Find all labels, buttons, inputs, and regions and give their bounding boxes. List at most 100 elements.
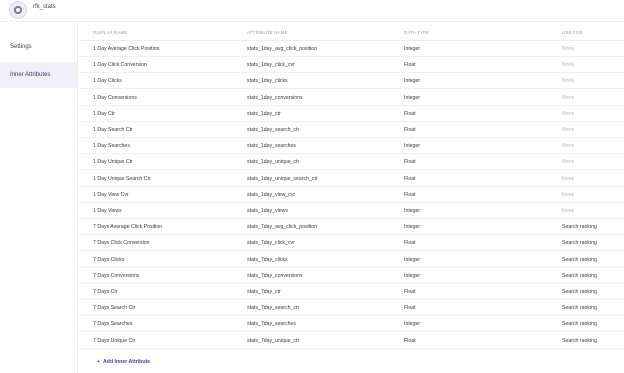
use-for-cell: None — [562, 78, 575, 85]
table-row[interactable]: 1 Day Conversions stats_1day_conversions I… — [79, 90, 624, 106]
table-row[interactable]: 1 Day Unique Search Ctr stats_1day_unique… — [79, 171, 624, 187]
use-for-cell: Search ranking — [562, 321, 597, 328]
table-row[interactable]: 1 Day Click Conversion stats_1day_click_c… — [79, 57, 624, 74]
display-name-cell: 7 Days Unique Ctr — [93, 337, 136, 344]
avatar[interactable] — [9, 1, 27, 19]
table-header: DISPLAY NAME ATTRIBUTE NAME DATA TYPE US… — [79, 22, 624, 41]
add-inner-attribute-button[interactable]: + Add Inner Attribute — [97, 359, 150, 365]
table-row[interactable]: 7 Days Average Click Position stats_7day_… — [79, 219, 624, 236]
display-name-cell: 7 Days Search Ctr — [93, 305, 136, 312]
data-type-cell: Float — [404, 127, 416, 133]
display-name-cell: 7 Days Conversions — [93, 272, 140, 279]
table-row[interactable]: 7 Days Clicks stats_7day_clicks Integer Sea… — [79, 252, 624, 268]
display-name-cell: 7 Days Clicks — [93, 256, 125, 263]
data-type-cell: Float — [404, 191, 416, 198]
sidebar-item-label: Inner Attributes — [10, 72, 51, 78]
use-for-cell: None — [562, 191, 575, 198]
table-row[interactable]: 1 Day Clicks stats_1day_clicks Integer None — [79, 73, 624, 90]
attribute-name-cell: stats_7day_conversions — [247, 272, 303, 279]
display-name-cell: 7 Days Click Conversion — [93, 240, 150, 247]
attribute-name-cell: stats_1day_searches — [247, 143, 297, 150]
column-header-data-type[interactable]: DATA TYPE — [404, 30, 429, 35]
use-for-cell: Search ranking — [562, 289, 597, 295]
display-name-cell: 1 Day Search Ctr — [93, 127, 133, 133]
data-type-cell: Float — [404, 159, 416, 166]
attribute-name-cell: stats_1day_conversions — [247, 94, 303, 101]
table-row[interactable]: 1 Day Searches stats_1day_searches Integer… — [79, 138, 624, 155]
data-type-cell: Integer — [404, 208, 421, 214]
add-inner-attribute-label: Add Inner Attribute — [103, 359, 151, 365]
data-type-cell: Float — [404, 240, 416, 247]
data-type-cell: Integer — [404, 143, 421, 150]
attribute-name-cell: stats_7day_click_cvr — [247, 240, 295, 247]
use-for-cell: None — [562, 208, 575, 214]
attribute-name-cell: stats_1day_avg_click_position — [247, 46, 318, 52]
sidebar-item-label: Settings — [10, 44, 32, 50]
attribute-name-cell: stats_7day_searches — [247, 321, 297, 328]
table-row[interactable]: 1 Day View Cvr stats_1day_view_cvr Float No… — [79, 187, 624, 203]
attribute-name-cell: stats_1day_unique_ctr — [247, 159, 300, 166]
table-row[interactable]: 7 Days Searches stats_7day_searches Intege… — [79, 316, 624, 333]
use-for-cell: None — [562, 127, 575, 133]
use-for-cell: None — [562, 175, 575, 182]
display-name-cell: 1 Day Views — [93, 208, 122, 214]
data-type-cell: Integer — [404, 224, 421, 231]
display-name-cell: 1 Day Ctr — [93, 110, 115, 117]
column-header-attribute-name[interactable]: ATTRIBUTE NAME — [247, 30, 288, 35]
avatar-icon — [14, 6, 22, 14]
table-row[interactable]: 7 Days Ctr stats_7day_ctr Float Search rank… — [79, 284, 624, 300]
attribute-name-cell: stats_1day_views — [247, 208, 288, 214]
use-for-cell: Search ranking — [562, 256, 597, 263]
sidebar-item-inner-attributes[interactable]: Inner Attributes — [0, 62, 77, 88]
display-name-cell: 1 Day View Cvr — [93, 191, 129, 198]
table-row[interactable]: 1 Day Unique Ctr stats_1day_unique_ctr Flo… — [79, 154, 624, 171]
use-for-cell: None — [562, 159, 575, 166]
use-for-cell: Search ranking — [562, 337, 597, 344]
table-row[interactable]: 7 Days Unique Ctr stats_7day_unique_ctr Fl… — [79, 333, 624, 349]
table-row[interactable]: 1 Day Average Click Position stats_1day_a… — [79, 41, 624, 57]
data-type-cell: Integer — [404, 321, 421, 328]
display-name-cell: 1 Day Click Conversion — [93, 62, 147, 69]
column-header-use-for[interactable]: USE FOR — [562, 30, 583, 35]
data-type-cell: Float — [404, 110, 416, 117]
use-for-cell: None — [562, 62, 575, 69]
sidebar: Settings Inner Attributes — [0, 22, 78, 373]
display-name-cell: 1 Day Unique Ctr — [93, 159, 133, 166]
attribute-name-cell: stats_7day_ctr — [247, 289, 281, 295]
table-row[interactable]: 1 Day Ctr stats_1day_ctr Float None — [79, 106, 624, 122]
attribute-name-cell: stats_1day_view_cvr — [247, 191, 296, 198]
table-row[interactable]: 1 Day Search Ctr stats_1day_search_ctr Flo… — [79, 122, 624, 138]
use-for-cell: Search ranking — [562, 240, 597, 247]
data-type-cell: Float — [404, 62, 416, 69]
plus-icon: + — [97, 359, 101, 365]
display-name-cell: 7 Days Searches — [93, 321, 133, 328]
table-row[interactable]: 7 Days Click Conversion stats_7day_click_… — [79, 235, 624, 252]
display-name-cell: 7 Days Average Click Position — [93, 224, 163, 231]
data-type-cell: Float — [404, 175, 416, 182]
data-type-cell: Float — [404, 337, 416, 344]
use-for-cell: Search ranking — [562, 272, 597, 279]
display-name-cell: 1 Day Average Click Position — [93, 46, 160, 52]
table-row[interactable]: 7 Days Search Ctr stats_7day_search_ctr Fl… — [79, 300, 624, 317]
data-type-cell: Integer — [404, 272, 421, 279]
sidebar-item-settings[interactable]: Settings — [0, 34, 77, 60]
use-for-cell: Search ranking — [562, 224, 597, 231]
data-type-cell: Integer — [404, 256, 421, 263]
use-for-cell: None — [562, 94, 575, 101]
table-row[interactable]: 7 Days Conversions stats_7day_conversions… — [79, 268, 624, 284]
data-type-cell: Float — [404, 305, 416, 312]
use-for-cell: None — [562, 110, 575, 117]
attribute-name-cell: stats_1day_click_cvr — [247, 62, 295, 69]
attribute-name-cell: stats_1day_search_ctr — [247, 127, 300, 133]
column-header-display-name[interactable]: DISPLAY NAME — [93, 30, 127, 35]
table-row[interactable]: 1 Day Views stats_1day_views Integer None — [79, 203, 624, 219]
data-type-cell: Integer — [404, 94, 421, 101]
page-title: rfk_stats — [33, 4, 56, 10]
use-for-cell: None — [562, 46, 575, 52]
data-type-cell: Integer — [404, 46, 421, 52]
data-type-cell: Integer — [404, 78, 421, 85]
data-type-cell: Float — [404, 289, 416, 295]
use-for-cell: None — [562, 143, 575, 150]
attribute-name-cell: stats_7day_clicks — [247, 256, 288, 263]
attribute-name-cell: stats_1day_unique_search_ctr — [247, 175, 318, 182]
